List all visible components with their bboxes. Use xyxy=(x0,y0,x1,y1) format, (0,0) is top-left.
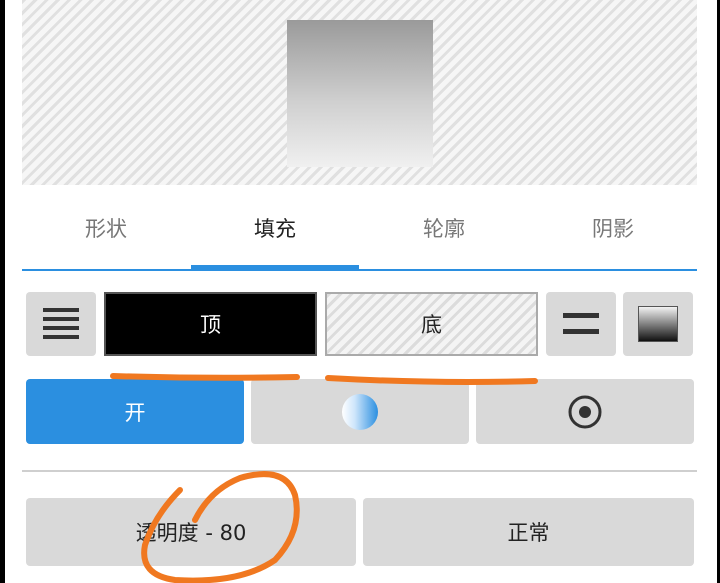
fill-panel: 形状 填充 轮廓 阴影 顶 底 开 透明度 - 80 正常 xyxy=(5,0,717,583)
orange-annotations xyxy=(110,373,538,583)
annotation-underline-top xyxy=(110,373,300,381)
annotation-circle xyxy=(141,471,300,583)
annotation-underline-bottom xyxy=(325,375,538,385)
